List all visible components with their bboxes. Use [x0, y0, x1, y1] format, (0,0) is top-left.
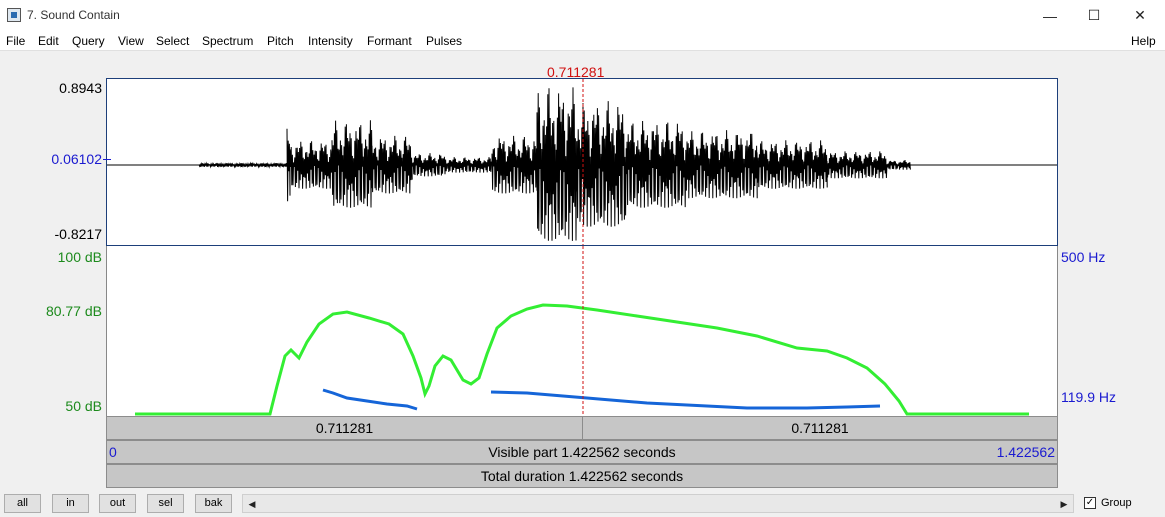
window-title: 7. Sound Contain — [27, 8, 120, 22]
zoom-back-button[interactable]: bak — [195, 494, 232, 513]
right-segment[interactable]: 0.711281 — [583, 417, 1057, 439]
segment-bar: 0.711281 0.711281 — [106, 416, 1058, 440]
app-icon — [7, 8, 21, 22]
bottom-toolbar: all in out sel bak ◀ ▶ ✓ Group — [0, 490, 1165, 517]
left-segment-duration: 0.711281 — [315, 420, 374, 436]
left-segment[interactable]: 0.711281 — [107, 417, 582, 439]
menu-query[interactable]: Query — [72, 34, 105, 48]
visible-part-label: Visible part 1.422562 seconds — [488, 444, 676, 460]
menu-file[interactable]: File — [6, 34, 25, 48]
pitch-bottom-label: 119.9 Hz — [1061, 389, 1116, 405]
zoom-selection-button[interactable]: sel — [147, 494, 184, 513]
waveform-plot — [107, 79, 1057, 245]
zoom-in-button[interactable]: in — [52, 494, 89, 513]
analysis-panel[interactable] — [106, 246, 1058, 416]
visible-part-bar[interactable]: 0 Visible part 1.422562 seconds 1.422562 — [106, 440, 1058, 464]
pitch-curve-segment-2 — [490, 390, 881, 410]
waveform-trace — [107, 87, 1057, 241]
wave-ymid-label: 0.06102 — [51, 151, 102, 167]
zoom-all-button[interactable]: all — [4, 494, 41, 513]
menu-pitch[interactable]: Pitch — [267, 34, 294, 48]
menu-pulses[interactable]: Pulses — [426, 34, 462, 48]
zoom-out-button[interactable]: out — [99, 494, 136, 513]
pitch-curve-segment-1 — [322, 388, 418, 411]
analysis-plot — [135, 246, 1029, 416]
minimize-button[interactable]: — — [1027, 0, 1073, 31]
total-duration-label: Total duration 1.422562 seconds — [480, 468, 684, 484]
menu-intensity[interactable]: Intensity — [308, 34, 353, 48]
menu-view[interactable]: View — [118, 34, 144, 48]
scroll-right-icon[interactable]: ▶ — [1056, 496, 1072, 512]
intensity-top-label: 100 dB — [57, 249, 102, 265]
menu-select[interactable]: Select — [156, 34, 189, 48]
right-segment-duration: 0.711281 — [791, 420, 849, 436]
waveform-panel[interactable] — [106, 78, 1058, 246]
intensity-mid-label: 80.77 dB — [45, 303, 102, 319]
wave-ymax-label: 0.8943 — [59, 80, 102, 96]
menu-formant[interactable]: Formant — [367, 34, 412, 48]
visible-end-label: 1.422562 — [996, 444, 1055, 460]
menu-bar: File Edit Query View Select Spectrum Pit… — [0, 31, 1165, 51]
editor-canvas[interactable]: 0.711281 0.8943 0.06102 -0.8217 100 dB 8 — [0, 52, 1165, 490]
title-bar: 7. Sound Contain — ☐ ✕ — [0, 0, 1165, 31]
group-checkbox[interactable]: ✓ — [1084, 497, 1096, 509]
group-label: Group — [1101, 497, 1132, 509]
intensity-bottom-label: 50 dB — [65, 398, 102, 414]
close-button[interactable]: ✕ — [1117, 0, 1163, 31]
wave-ymid-tick — [103, 159, 111, 160]
pitch-top-label: 500 Hz — [1061, 249, 1106, 265]
menu-edit[interactable]: Edit — [38, 34, 59, 48]
total-duration-bar[interactable]: Total duration 1.422562 seconds — [106, 464, 1058, 488]
menu-spectrum[interactable]: Spectrum — [202, 34, 253, 48]
menu-help[interactable]: Help — [1131, 34, 1156, 48]
horizontal-scrollbar[interactable]: ◀ ▶ — [242, 494, 1074, 513]
sound-editor-window: 7. Sound Contain — ☐ ✕ File Edit Query V… — [0, 0, 1165, 517]
maximize-button[interactable]: ☐ — [1071, 0, 1117, 31]
scroll-left-icon[interactable]: ◀ — [244, 496, 260, 512]
wave-ymin-label: -0.8217 — [54, 226, 102, 242]
